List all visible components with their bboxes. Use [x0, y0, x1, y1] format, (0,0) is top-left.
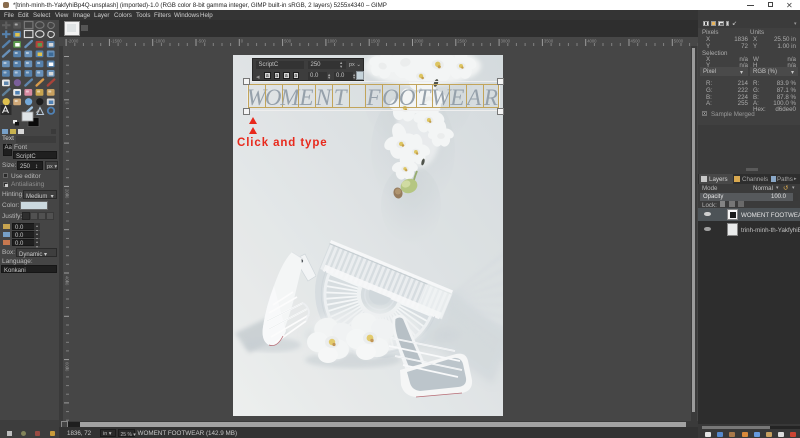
svg-text:2000: 2000 — [414, 39, 424, 44]
svg-text:-2000: -2000 — [68, 39, 79, 44]
svg-text:1000: 1000 — [327, 39, 337, 44]
svg-text:1500: 1500 — [371, 39, 381, 44]
svg-text:-1500: -1500 — [111, 39, 122, 44]
svg-text:2500: 2500 — [457, 39, 467, 44]
svg-text:3500: 3500 — [544, 39, 554, 44]
svg-text:500: 500 — [284, 39, 292, 44]
svg-text:3000: 3000 — [501, 39, 511, 44]
svg-text:4500: 4500 — [631, 39, 641, 44]
svg-text:5000: 5000 — [674, 39, 684, 44]
svg-text:-1000: -1000 — [154, 39, 165, 44]
svg-text:4000: 4000 — [587, 39, 597, 44]
svg-text:-500: -500 — [198, 39, 207, 44]
